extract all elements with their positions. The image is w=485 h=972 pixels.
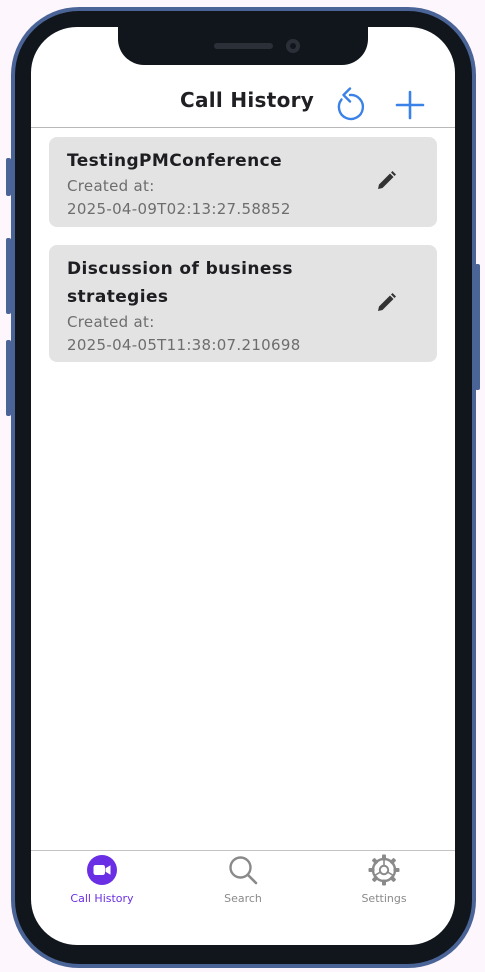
call-card[interactable]: TestingPMConference Created at: 2025-04-… <box>49 137 437 227</box>
call-title: TestingPMConference <box>67 151 282 171</box>
header-divider <box>31 127 455 128</box>
call-title: Discussion of business strategies <box>67 255 419 311</box>
front-camera <box>286 39 300 53</box>
tab-settings[interactable]: Settings <box>329 854 439 905</box>
power-button <box>475 264 480 390</box>
video-camera-icon <box>87 855 117 885</box>
tab-call-history[interactable]: Call History <box>47 854 157 905</box>
tab-label: Settings <box>361 892 407 905</box>
call-title-line: strategies <box>67 287 169 307</box>
search-icon <box>229 856 258 885</box>
pencil-icon <box>378 171 396 189</box>
refresh-button[interactable] <box>333 87 367 127</box>
gear-icon <box>368 854 400 886</box>
tab-search[interactable]: Search <box>188 854 298 905</box>
tab-label: Call History <box>70 892 134 905</box>
edit-button[interactable] <box>375 292 397 318</box>
pencil-icon <box>378 293 396 311</box>
volume-up-button <box>6 238 11 314</box>
created-label: Created at: <box>67 177 155 195</box>
created-timestamp: 2025-04-05T11:38:07.210698 <box>67 336 301 354</box>
tab-label: Search <box>224 892 262 905</box>
tab-bar-divider <box>31 850 455 851</box>
add-call-button[interactable] <box>395 90 425 124</box>
plus-icon <box>395 90 425 120</box>
call-card[interactable]: Discussion of business strategies Create… <box>49 245 437 362</box>
refresh-icon <box>337 87 365 121</box>
mute-switch <box>6 158 11 196</box>
page-title: Call History <box>180 88 315 112</box>
created-label: Created at: <box>67 313 155 331</box>
call-title-line: Discussion of business <box>67 259 293 279</box>
created-timestamp: 2025-04-09T02:13:27.58852 <box>67 200 291 218</box>
volume-down-button <box>6 340 11 416</box>
speaker-grille <box>214 43 273 49</box>
edit-button[interactable] <box>375 170 397 196</box>
